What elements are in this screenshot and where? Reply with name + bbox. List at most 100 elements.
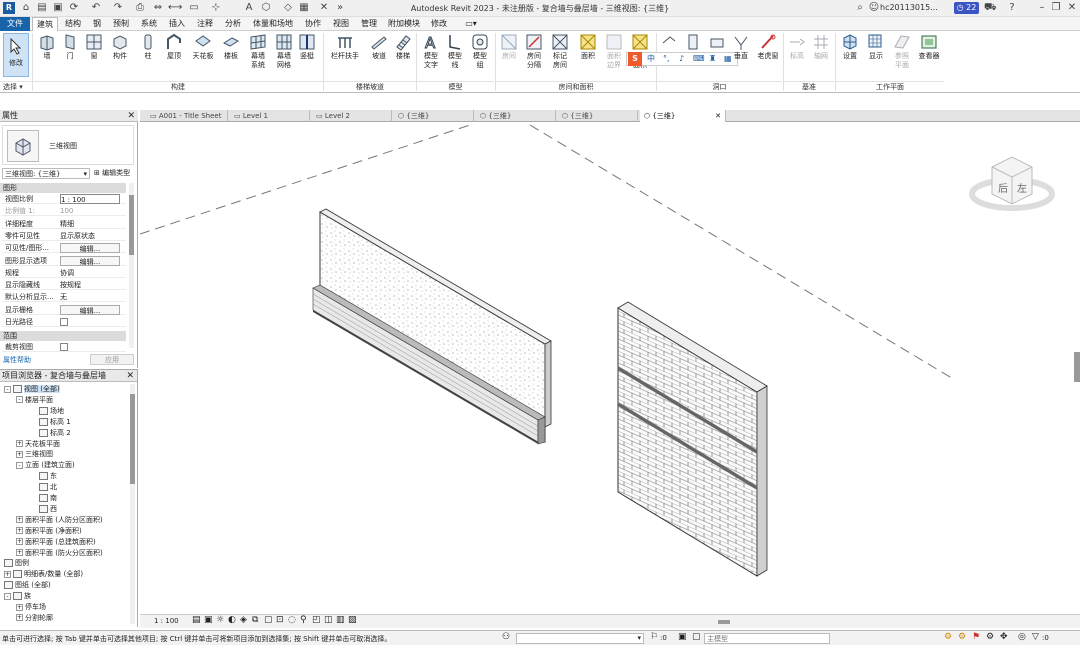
model-text-button[interactable]: A 模型 文字 (419, 33, 443, 70)
ime-chinese-mode[interactable]: 中 (647, 53, 655, 65)
wall-button[interactable]: 墙 (36, 33, 58, 61)
prop-value[interactable]: 编辑... (60, 243, 120, 254)
curtain-grid-button[interactable]: 幕墙 网格 (272, 33, 296, 70)
tab-3d-view-3[interactable]: ⬡ {三维} (558, 110, 638, 122)
browser-item[interactable]: -族 (4, 591, 31, 602)
scroll-thumb[interactable] (129, 195, 134, 255)
prop-value[interactable]: 100 (60, 206, 120, 216)
detail-level-icon[interactable]: ▤ (192, 615, 201, 625)
expand-icon[interactable]: + (16, 614, 23, 622)
shaft-button[interactable]: 竖井 (682, 33, 704, 52)
tab-annotate[interactable]: 注释 (192, 17, 218, 31)
tab-collaborate[interactable]: 协作 (300, 17, 326, 31)
tab-3d-view-active[interactable]: ⬡ {三维} ✕ (640, 110, 726, 122)
room-separator-button[interactable]: 房间 分隔 (522, 33, 546, 70)
worksets-icon[interactable]: ⚇ (502, 632, 510, 642)
tab-file[interactable]: 文件 (0, 17, 30, 31)
canvas-scrollbar-v[interactable] (1074, 352, 1080, 382)
properties-scrollbar[interactable] (129, 183, 134, 348)
tab-title-sheet[interactable]: ▭ A001 - Title Sheet (146, 110, 228, 122)
area-boundary-button[interactable]: 面积 边界 (602, 33, 626, 70)
lock-view-icon[interactable]: ⊡ (276, 615, 284, 625)
prop-value[interactable]: 无 (60, 292, 120, 302)
expand-icon[interactable]: + (16, 603, 23, 611)
model-group-button[interactable]: 模型 组 (468, 33, 492, 70)
browser-item[interactable]: 东 (28, 471, 57, 482)
temp-view-props-icon[interactable]: ◰ (312, 615, 321, 625)
curtain-system-button[interactable]: 幕墙 系统 (246, 33, 270, 70)
render-icon[interactable]: ◈ (240, 615, 247, 625)
expand-icon[interactable]: + (4, 570, 11, 578)
edit-type-button[interactable]: ⊞ 编辑类型 (94, 168, 136, 179)
browser-item[interactable]: - 立面 (建筑立面) (16, 460, 75, 471)
collapse-icon[interactable]: - (16, 461, 23, 469)
browser-item[interactable]: + 面积平面 (净面积) (16, 526, 82, 537)
dormer-button[interactable]: 老虎窗 (754, 33, 782, 61)
user-name[interactable]: hc20113015... (880, 3, 938, 12)
close-tab-icon[interactable]: ✕ (715, 110, 721, 122)
tab-3d-view-2[interactable]: ⬡ {三维} (476, 110, 556, 122)
browser-item[interactable]: + 分割轮廓 (16, 613, 53, 624)
browser-item[interactable]: + 面积平面 (总建筑面积) (16, 537, 96, 548)
column-button[interactable]: 柱 (138, 33, 158, 61)
prop-value[interactable]: 1 : 100 (60, 194, 120, 204)
composite-wall-right[interactable] (617, 301, 768, 577)
editable-only-icon[interactable]: ⚐ (650, 632, 658, 642)
tab-addins[interactable]: 附加模块 (384, 17, 424, 31)
browser-item[interactable]: + 三维视图 (16, 449, 53, 460)
vertical-opening-button[interactable]: 垂直 (730, 33, 752, 61)
tab-manage[interactable]: 管理 (356, 17, 382, 31)
prop-value[interactable]: 显示原状态 (60, 231, 120, 241)
expand-icon[interactable]: + (16, 450, 23, 458)
reveal-hidden-icon[interactable]: ⚲ (300, 615, 307, 625)
notification-badge[interactable]: ◷ 22 (954, 2, 979, 14)
close-icon[interactable]: ✕ (1066, 2, 1078, 14)
shadows-icon[interactable]: ◐ (228, 615, 236, 625)
prop-value[interactable]: 协调 (60, 268, 120, 278)
close-properties-icon[interactable]: ✕ (127, 110, 135, 122)
type-selector[interactable]: 三维视图 (2, 125, 134, 165)
browser-item[interactable]: 北 (28, 482, 57, 493)
help-icon[interactable]: ? (1006, 2, 1018, 14)
browser-item[interactable]: 场地 (28, 406, 64, 417)
roof-button[interactable]: 屋顶 (162, 33, 186, 61)
search-icon[interactable]: ⌕ (854, 2, 866, 14)
tab-level-2[interactable]: ▭ Level 2 (312, 110, 392, 122)
punctuation-icon[interactable]: °, (663, 53, 670, 65)
tab-view[interactable]: 视图 (328, 17, 354, 31)
select-by-face-icon[interactable]: ⚙ (986, 632, 994, 642)
microphone-icon[interactable]: ♪ (679, 53, 684, 65)
apply-button[interactable]: 应用 (90, 354, 134, 365)
wall-opening-button[interactable]: 墙 (706, 33, 728, 52)
browser-item[interactable]: - 视图 (全部) (4, 384, 60, 395)
set-workplane-button[interactable]: 设置 (838, 33, 862, 61)
hide-isolate-icon[interactable]: ◌ (288, 615, 296, 625)
browser-item[interactable]: 标高 2 (28, 428, 71, 439)
browser-item[interactable]: + 停车场 (16, 602, 46, 613)
mullion-button[interactable]: 竖梃 (296, 33, 318, 61)
expand-icon[interactable]: + (16, 549, 23, 556)
grid-button[interactable]: 轴网 (810, 33, 832, 61)
tab-precast[interactable]: 预制 (108, 17, 134, 31)
select-dropdown[interactable]: 选择 ▾ (0, 81, 32, 92)
browser-item[interactable]: 标高 1 (28, 417, 71, 428)
stacked-wall-left[interactable] (312, 208, 552, 445)
category-extents[interactable]: 范围 (0, 331, 126, 341)
door-button[interactable]: 门 (60, 33, 80, 61)
viewcube-left-face[interactable]: 左 (1017, 182, 1027, 195)
category-graphics[interactable]: 图形 (0, 183, 126, 193)
user-icon[interactable]: ☺ (868, 2, 880, 14)
model-line-button[interactable]: 模型 线 (444, 33, 466, 70)
view-cube[interactable]: 后 左 (969, 156, 1055, 211)
prop-value[interactable]: 编辑... (60, 304, 120, 315)
tab-steel[interactable]: 钢 (88, 17, 106, 31)
tab-structure[interactable]: 结构 (60, 17, 86, 31)
collapse-icon[interactable]: - (4, 385, 11, 393)
tab-level-1[interactable]: ▭ Level 1 (230, 110, 310, 122)
prop-value[interactable]: 精细 (60, 219, 120, 229)
minimize-icon[interactable]: – (1036, 2, 1048, 14)
component-button[interactable]: 构件 (108, 33, 132, 61)
browser-item[interactable]: + 天花板平面 (16, 439, 60, 450)
skin-icon[interactable]: ♜ (709, 53, 716, 65)
window-button[interactable]: 窗 (84, 33, 104, 61)
